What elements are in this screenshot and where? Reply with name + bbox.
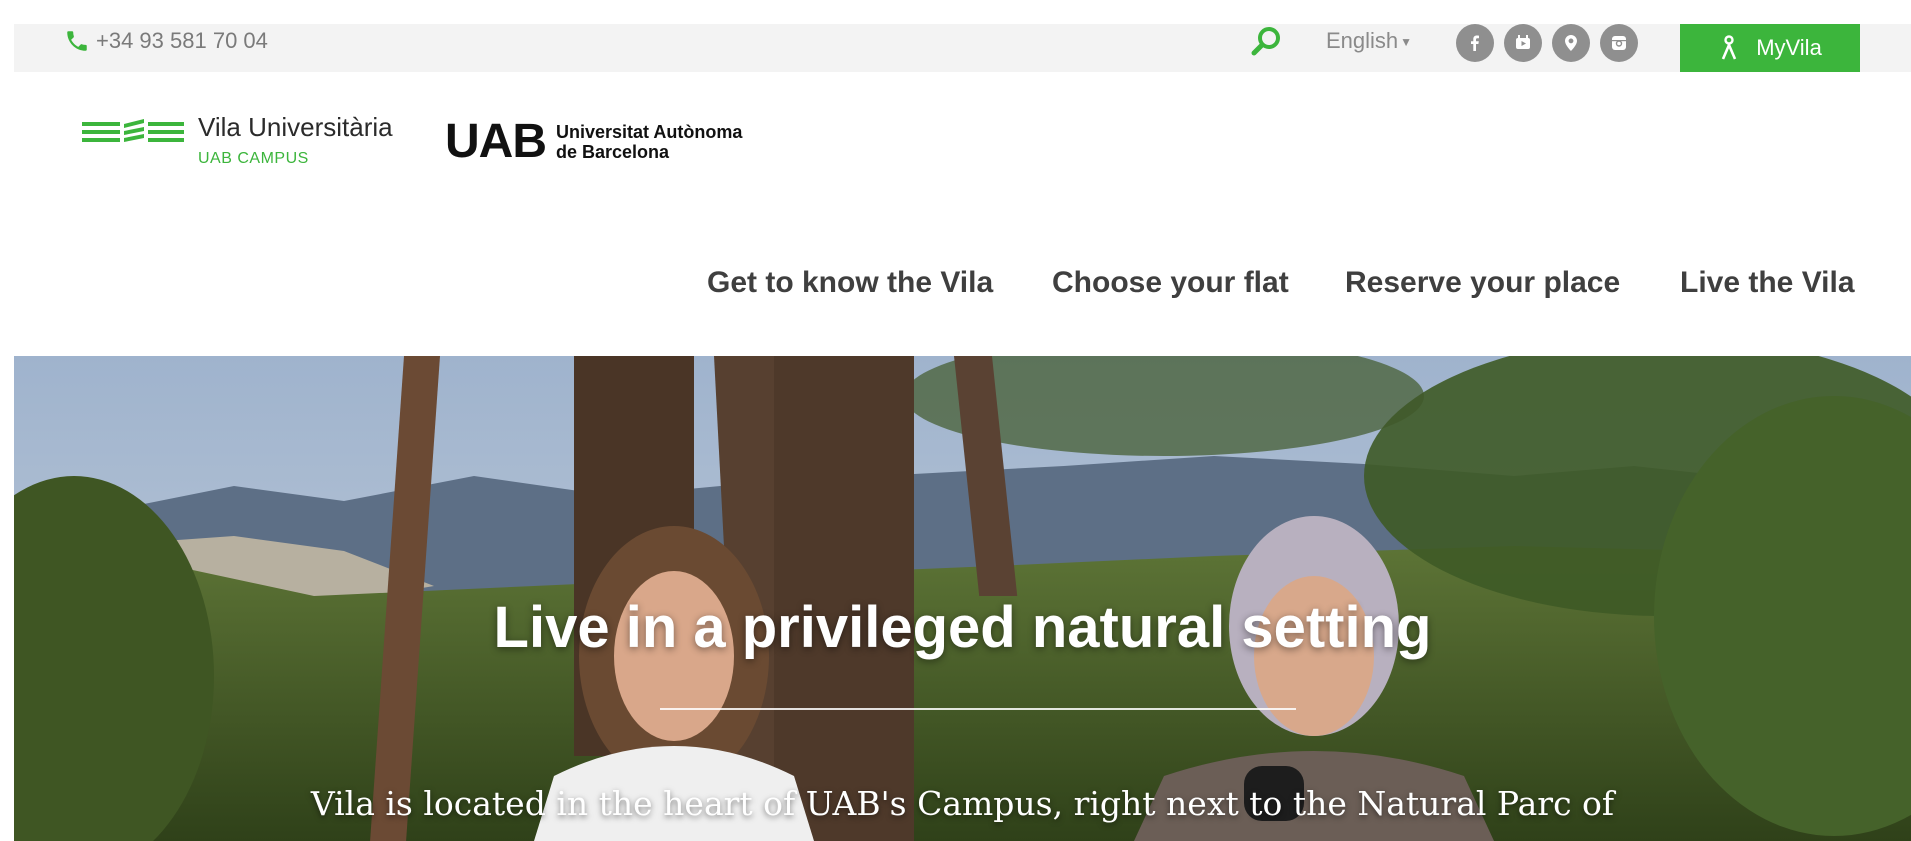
hero-divider <box>660 708 1296 710</box>
facebook-icon[interactable] <box>1456 24 1494 62</box>
vila-logo-tagline: UAB CAMPUS <box>198 150 309 167</box>
language-label: English <box>1326 28 1399 53</box>
language-selector[interactable]: English ▼ <box>1326 28 1412 54</box>
hero-banner: Live in a privileged natural setting Vil… <box>14 356 1911 841</box>
location-pin-icon[interactable] <box>1552 24 1590 62</box>
caret-down-icon: ▼ <box>1400 35 1413 50</box>
vila-logo-name: Vila Universitària <box>198 112 393 142</box>
main-navigation: Get to know the Vila Choose your flat Re… <box>0 266 1911 310</box>
phone-icon <box>67 31 87 51</box>
uab-logo-line2: de Barcelona <box>556 142 670 162</box>
nav-item-reserve-place[interactable]: Reserve your place <box>1345 266 1620 300</box>
myvila-button[interactable]: MyVila <box>1680 24 1860 72</box>
nav-item-live-the-vila[interactable]: Live the Vila <box>1680 266 1855 300</box>
social-links <box>1456 24 1638 62</box>
nav-item-get-to-know[interactable]: Get to know the Vila <box>707 266 993 300</box>
phone-number: +34 93 581 70 04 <box>96 28 268 53</box>
myvila-label: MyVila <box>1756 35 1822 60</box>
vila-logo-bars-icon <box>82 119 184 142</box>
youtube-icon[interactable] <box>1504 24 1542 62</box>
hero-subtitle: Vila is located in the heart of UAB's Ca… <box>310 784 1615 823</box>
vila-universitaria-logo[interactable]: Vila Universitària UAB CAMPUS <box>82 112 393 167</box>
top-spacer <box>0 0 1911 24</box>
phone-contact[interactable]: +34 93 581 70 04 <box>64 28 268 54</box>
search-icon[interactable] <box>1250 24 1284 58</box>
instagram-icon[interactable] <box>1600 24 1638 62</box>
uab-logo[interactable]: UAB Universitat Autònoma de Barcelona <box>445 118 742 166</box>
uab-logo-fullname: Universitat Autònoma de Barcelona <box>556 122 742 162</box>
nav-item-choose-flat[interactable]: Choose your flat <box>1052 266 1289 300</box>
uab-logo-acronym: UAB <box>445 115 547 168</box>
hero-title: Live in a privileged natural setting <box>493 595 1432 660</box>
user-icon <box>1721 35 1737 60</box>
uab-logo-line1: Universitat Autònoma <box>556 122 743 142</box>
